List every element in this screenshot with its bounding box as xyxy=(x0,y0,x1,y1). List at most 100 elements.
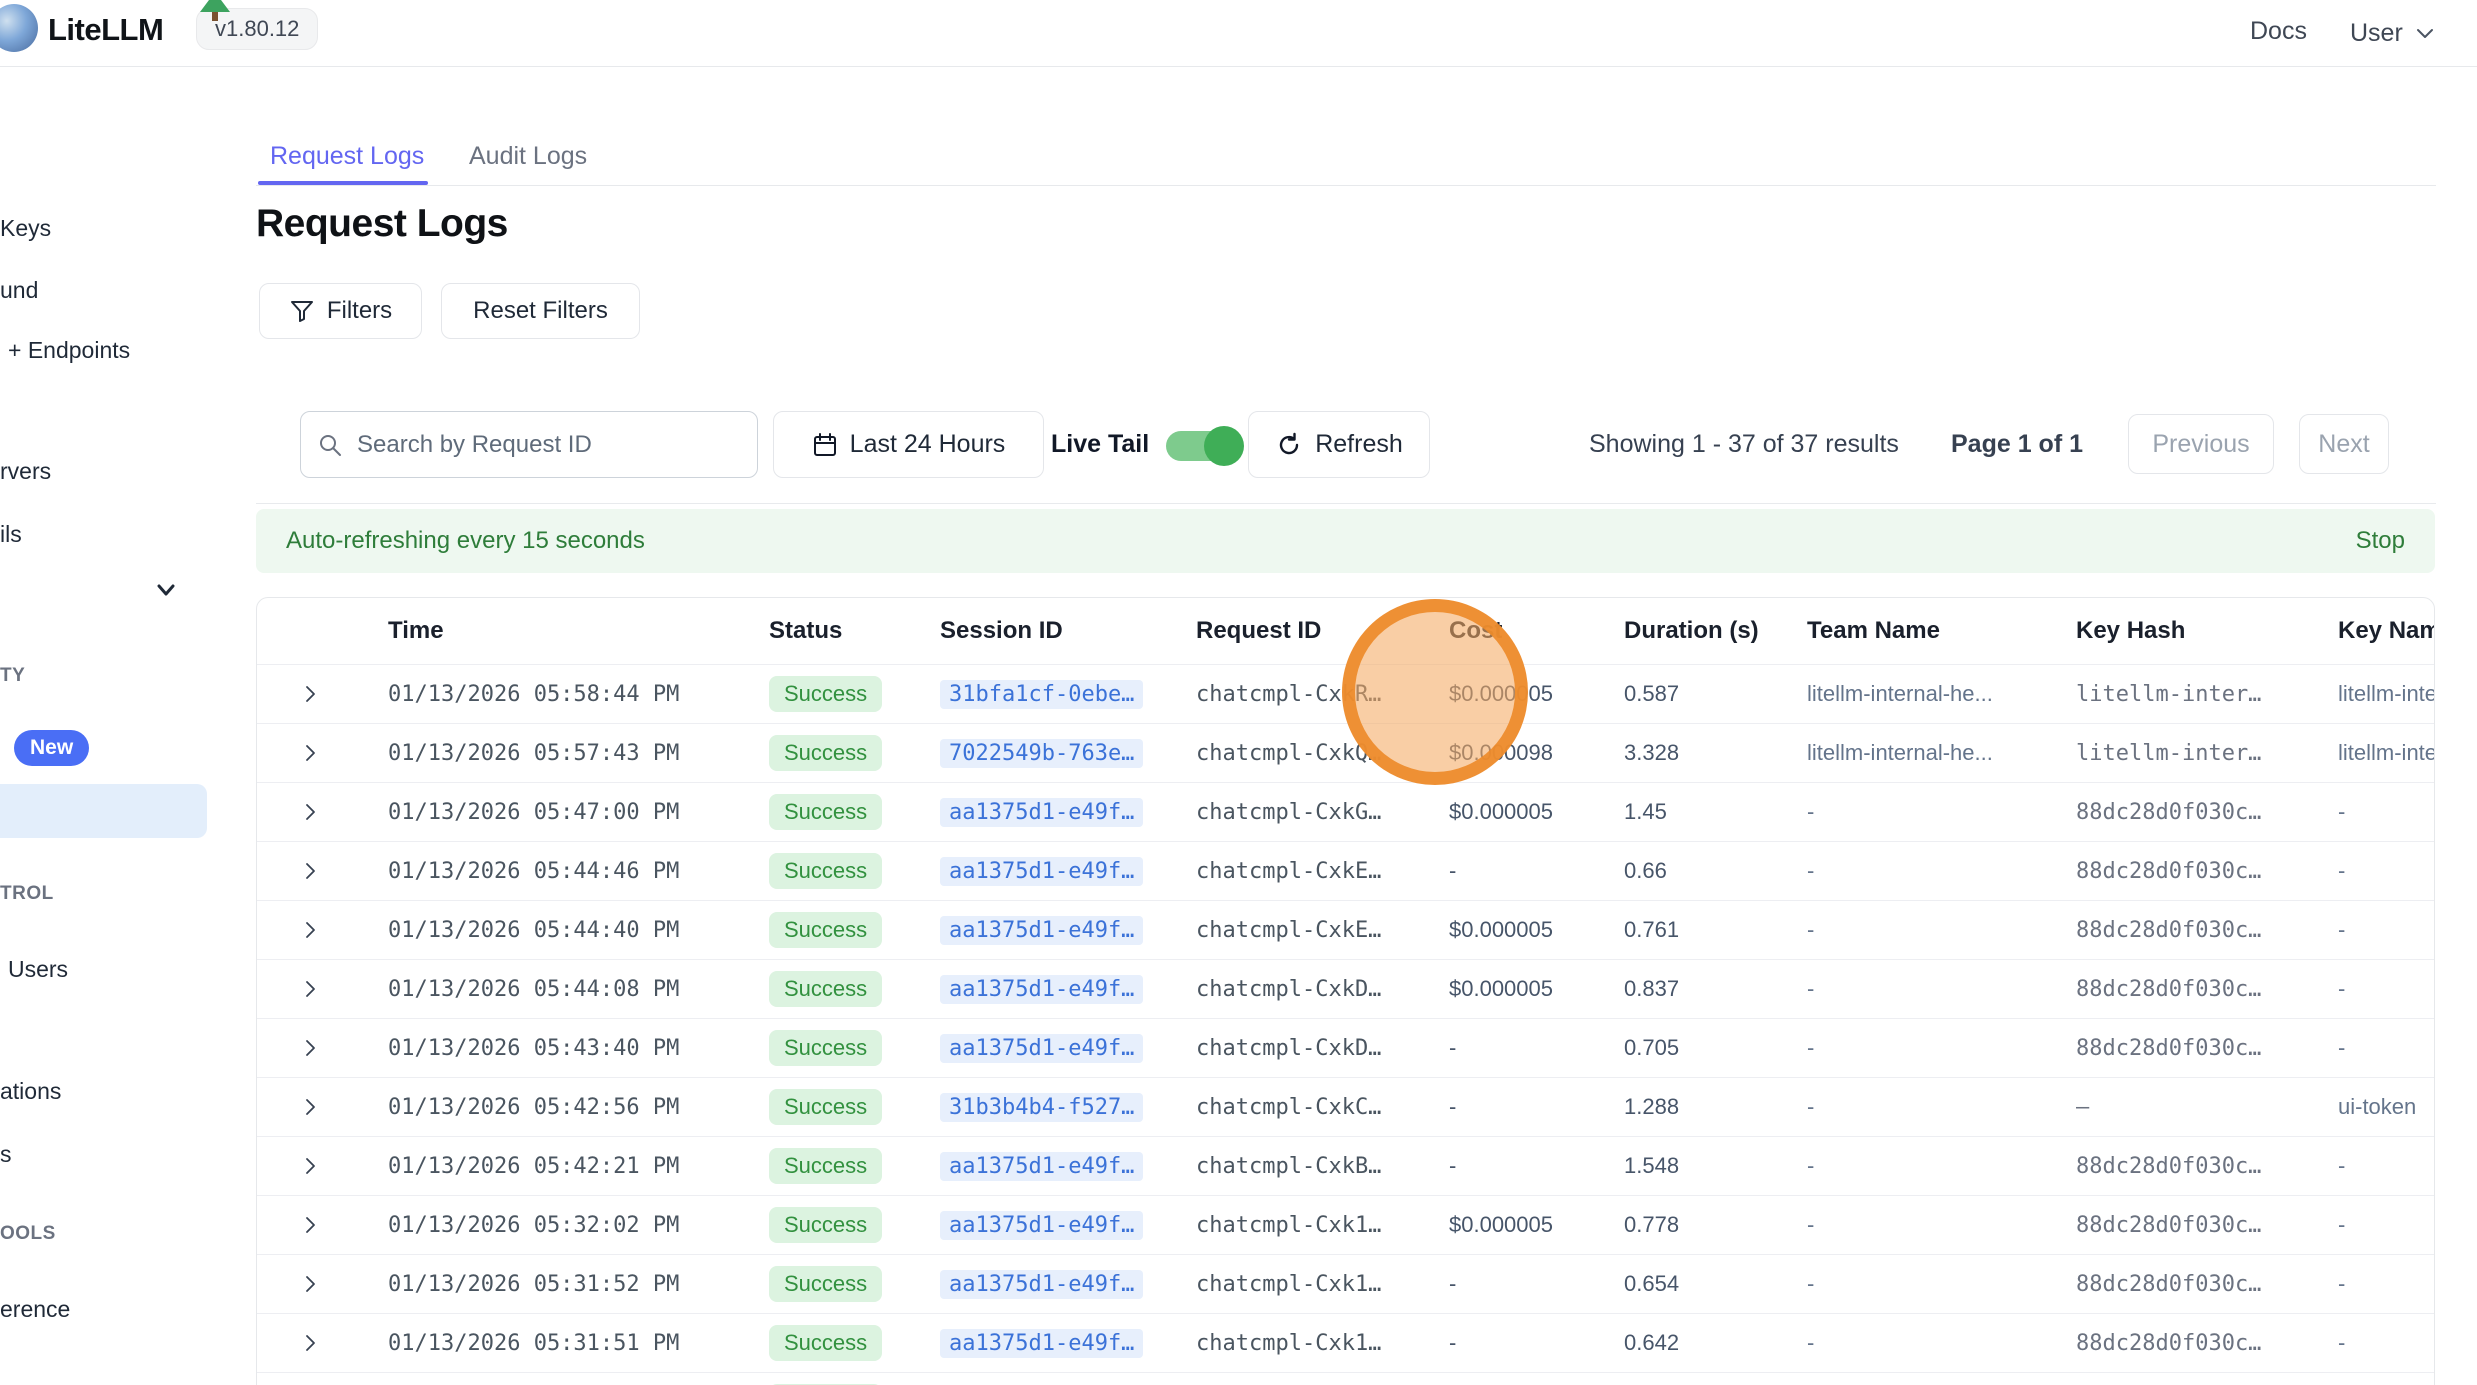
row-expand-icon[interactable] xyxy=(257,1096,388,1118)
cell-duration: 0.654 xyxy=(1624,1271,1807,1297)
sidebar-item-teams[interactable]: s xyxy=(0,1141,12,1168)
cell-cost: $0.000005 xyxy=(1449,917,1624,943)
search-box[interactable] xyxy=(300,411,758,478)
page-title: Request Logs xyxy=(256,202,508,246)
sidebar-item-playground[interactable]: und xyxy=(0,277,38,304)
next-page-button[interactable]: Next xyxy=(2299,414,2389,474)
session-id-link[interactable]: aa1375d1-e49f… xyxy=(940,1270,1143,1299)
row-expand-icon[interactable] xyxy=(257,978,388,1000)
sidebar-item-users[interactable]: Users xyxy=(8,956,68,983)
nav-user-menu[interactable]: User xyxy=(2350,0,2437,66)
session-id-link[interactable]: aa1375d1-e49f… xyxy=(940,857,1143,886)
search-input[interactable] xyxy=(355,430,741,460)
live-tail-label: Live Tail xyxy=(1051,430,1149,459)
session-id-link[interactable]: aa1375d1-e49f… xyxy=(940,1152,1143,1181)
cell-time: 01/13/2026 05:31:51 PM xyxy=(388,1331,769,1356)
session-id-link[interactable]: aa1375d1-e49f… xyxy=(940,1211,1143,1240)
session-id-link[interactable]: 7022549b-763e… xyxy=(940,739,1143,768)
auto-refresh-text: Auto-refreshing every 15 seconds xyxy=(286,527,645,555)
cell-request-id: chatcmpl-CxkR… xyxy=(1196,682,1449,707)
cell-cost: - xyxy=(1449,1330,1624,1356)
sidebar-item-organizations[interactable]: ations xyxy=(0,1078,61,1105)
session-id-link[interactable]: aa1375d1-e49f… xyxy=(940,1329,1143,1358)
row-expand-icon[interactable] xyxy=(257,1037,388,1059)
cell-key-hash: litellm-inter… xyxy=(2076,682,2338,707)
cell-team-name: - xyxy=(1807,799,2076,825)
tabs-divider xyxy=(256,185,2436,186)
tab-audit-logs[interactable]: Audit Logs xyxy=(469,142,587,171)
row-expand-icon[interactable] xyxy=(257,683,388,705)
stop-auto-refresh-button[interactable]: Stop xyxy=(2356,527,2405,555)
cell-key-name: - xyxy=(2338,799,2434,825)
cell-cost: $0.000098 xyxy=(1449,740,1624,766)
cell-key-hash: 88dc28d0f030c… xyxy=(2076,1154,2338,1179)
next-label: Next xyxy=(2318,430,2369,459)
nav-docs-link[interactable]: Docs xyxy=(2250,0,2307,66)
live-tail-toggle[interactable] xyxy=(1166,431,1232,461)
table-row: 01/13/2026 05:47:00 PMSuccessaa1375d1-e4… xyxy=(257,782,2434,841)
tab-request-logs[interactable]: Request Logs xyxy=(270,142,424,171)
cell-team-name: - xyxy=(1807,1330,2076,1356)
new-badge: New xyxy=(14,730,89,766)
cell-status: Success xyxy=(769,912,940,948)
row-expand-icon[interactable] xyxy=(257,919,388,941)
cell-team-name: - xyxy=(1807,1212,2076,1238)
cell-status: Success xyxy=(769,1148,940,1184)
sidebar-item-models-endpoints[interactable]: + Endpoints xyxy=(8,337,130,364)
session-id-link[interactable]: aa1375d1-e49f… xyxy=(940,975,1143,1004)
session-id-link[interactable]: 31bfa1cf-0ebe… xyxy=(940,680,1143,709)
cell-key-hash: litellm-inter… xyxy=(2076,741,2338,766)
cell-duration: 0.837 xyxy=(1624,976,1807,1002)
page-indicator: Page 1 of 1 xyxy=(1951,430,2083,459)
cell-request-id: chatcmpl-CxkD… xyxy=(1196,977,1449,1002)
session-id-link[interactable]: aa1375d1-e49f… xyxy=(940,798,1143,827)
cell-key-hash: 88dc28d0f030c… xyxy=(2076,800,2338,825)
session-id-link[interactable]: 31b3b4b4-f527… xyxy=(940,1093,1143,1122)
column-header: Session ID xyxy=(940,617,1196,645)
time-range-button[interactable]: Last 24 Hours xyxy=(773,411,1044,478)
cell-status: Success xyxy=(769,1030,940,1066)
brand-title: LiteLLM xyxy=(48,12,163,48)
cell-request-id: chatcmpl-CxkG… xyxy=(1196,800,1449,825)
refresh-icon xyxy=(1275,431,1303,459)
row-expand-icon[interactable] xyxy=(257,1332,388,1354)
reset-filters-button[interactable]: Reset Filters xyxy=(441,283,640,339)
cell-cost: $0.000005 xyxy=(1449,681,1624,707)
filters-button[interactable]: Filters xyxy=(259,283,422,339)
sidebar-item-guardrails[interactable]: ils xyxy=(0,521,22,548)
sidebar-item-keys[interactable]: Keys xyxy=(0,215,51,242)
cell-duration: 0.778 xyxy=(1624,1212,1807,1238)
status-badge: Success xyxy=(769,1325,882,1361)
session-id-link[interactable]: aa1375d1-e49f… xyxy=(940,1034,1143,1063)
row-expand-icon[interactable] xyxy=(257,1214,388,1236)
table-row: 01/13/2026 05:44:46 PMSuccessaa1375d1-e4… xyxy=(257,841,2434,900)
previous-page-button[interactable]: Previous xyxy=(2128,414,2274,474)
cell-team-name: - xyxy=(1807,1271,2076,1297)
cell-time: 01/13/2026 05:47:00 PM xyxy=(388,800,769,825)
cell-status: Success xyxy=(769,735,940,771)
sidebar-item-servers[interactable]: rvers xyxy=(0,458,51,485)
table-row: 01/13/2026 05:31:51 PMSuccess aa1375d1-e4… xyxy=(257,1313,2434,1372)
cell-team-name: - xyxy=(1807,976,2076,1002)
row-expand-icon[interactable] xyxy=(257,742,388,764)
cell-cost: - xyxy=(1449,858,1624,884)
sidebar-collapse-chevron-icon[interactable] xyxy=(152,576,180,604)
cell-time: 01/13/2026 05:32:02 PM xyxy=(388,1213,769,1238)
sidebar-item-api-reference[interactable]: erence xyxy=(0,1296,70,1323)
session-id-link[interactable]: aa1375d1-e49f… xyxy=(940,916,1143,945)
sidebar-item-logs-selected[interactable] xyxy=(0,784,207,838)
row-expand-icon[interactable] xyxy=(257,1155,388,1177)
cell-key-name: - xyxy=(2338,1153,2434,1179)
cell-session-id: aa1375d1-e49f… xyxy=(940,1329,1196,1358)
cell-session-id: aa1375d1-e49f… xyxy=(940,1270,1196,1299)
filters-button-label: Filters xyxy=(327,297,392,325)
status-badge: Success xyxy=(769,1148,882,1184)
row-expand-icon[interactable] xyxy=(257,860,388,882)
row-expand-icon[interactable] xyxy=(257,1273,388,1295)
cell-team-name: litellm-internal-he... xyxy=(1807,740,2076,766)
column-header: Duration (s) xyxy=(1624,617,1807,645)
table-row: 01/13/2026 05:42:56 PMSuccess31b3b4b4-f5… xyxy=(257,1077,2434,1136)
status-badge: Success xyxy=(769,735,882,771)
row-expand-icon[interactable] xyxy=(257,801,388,823)
refresh-button[interactable]: Refresh xyxy=(1248,411,1430,478)
